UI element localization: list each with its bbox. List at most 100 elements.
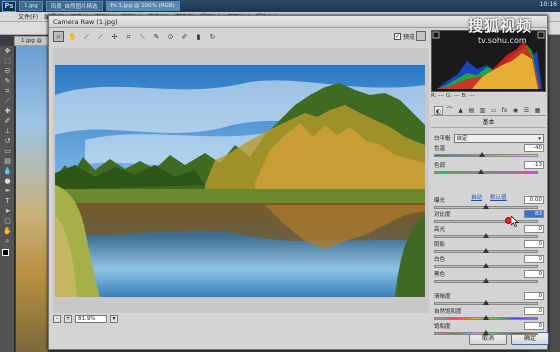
stamp-tool-icon[interactable]: ⊥: [2, 127, 13, 136]
tone-curve-tab-icon[interactable]: ⌒: [445, 106, 454, 115]
hsl-tab-icon[interactable]: ▤: [467, 106, 476, 115]
zoom-dropdown-chevron-icon[interactable]: ▾: [110, 315, 118, 323]
marquee-tool-icon[interactable]: ⬚: [2, 57, 13, 66]
brush-tool-icon[interactable]: ✐: [2, 117, 13, 126]
camera-calibration-tab-icon[interactable]: ◉: [511, 106, 520, 115]
taskbar-button-2[interactable]: 风景_自然图片精选: [45, 1, 103, 11]
slider-value-field[interactable]: 0: [524, 307, 544, 315]
slider-value-field[interactable]: 0: [524, 322, 544, 330]
photoshop-logo-icon[interactable]: Ps: [2, 0, 16, 12]
slider-thumb[interactable]: [483, 278, 489, 283]
white-balance-icon[interactable]: ⟋: [81, 31, 92, 42]
slider-value-field[interactable]: 0.00: [524, 196, 544, 204]
pen-tool-icon[interactable]: ✒: [2, 187, 13, 196]
white-balance-row: 白平衡 自定 ▾: [434, 133, 544, 143]
slider-row: 自然饱和度 0: [434, 307, 546, 323]
slider-thumb[interactable]: [483, 248, 489, 253]
gradient-tool-icon[interactable]: ▤: [2, 157, 13, 166]
camera-raw-toolbar: ⌕ ✋ ⟋ ⟋ ✢ ⌗ ⟍ ✎ ⊙ ✐ ▮ ↻: [53, 30, 428, 43]
taskbar-button-3[interactable]: Ps 1.jpg @ 100% (RGB): [105, 1, 180, 11]
basic-tab-icon[interactable]: ◐: [434, 105, 443, 115]
slider-thumb[interactable]: [483, 233, 489, 238]
slider-label: 曝光: [434, 198, 446, 204]
dodge-tool-icon[interactable]: ●: [2, 177, 13, 186]
slider-row: 色调 -13: [434, 161, 546, 177]
presets-tab-icon[interactable]: ☰: [522, 106, 531, 115]
slider-value-field[interactable]: 0: [524, 255, 544, 263]
history-brush-icon[interactable]: ↺: [2, 137, 13, 146]
auto-link[interactable]: 自动: [471, 193, 482, 201]
slider-thumb[interactable]: [483, 204, 489, 209]
hand-icon[interactable]: ✋: [67, 31, 78, 42]
zoom-in-button[interactable]: +: [64, 315, 72, 323]
slider-track[interactable]: [434, 154, 538, 157]
crop-icon[interactable]: ⌗: [123, 31, 134, 42]
crop-tool-icon[interactable]: ⌗: [2, 87, 13, 96]
slider-value-field[interactable]: -40: [524, 144, 544, 152]
slider-thumb[interactable]: [483, 315, 489, 320]
red-eye-icon[interactable]: ⊙: [165, 31, 176, 42]
slider-value-field[interactable]: 0: [524, 225, 544, 233]
slider-label: 黑色: [434, 272, 446, 278]
preview-image[interactable]: [55, 65, 425, 297]
slider-label: 色调: [434, 163, 446, 169]
adjust-brush-icon[interactable]: ✐: [179, 31, 190, 42]
target-adjust-icon[interactable]: ✢: [109, 31, 120, 42]
panel-tabs: ◐ ⌒ ▲ ▤ ▥ ▭ fx ◉ ☰ ▦: [431, 105, 546, 116]
taskbar-button-1[interactable]: 1.jpg: [19, 1, 43, 11]
healing-tool-icon[interactable]: ✚: [2, 107, 13, 116]
spot-removal-icon[interactable]: ✎: [151, 31, 162, 42]
zoom-out-button[interactable]: -: [53, 315, 61, 323]
snapshots-tab-icon[interactable]: ▦: [533, 106, 542, 115]
fullscreen-button[interactable]: [416, 31, 426, 41]
preview-checkbox[interactable]: ✓ 预览: [394, 32, 415, 41]
eraser-tool-icon[interactable]: ▭: [2, 147, 13, 156]
effects-tab-icon[interactable]: fx: [500, 106, 509, 115]
slider-thumb[interactable]: [483, 330, 489, 335]
quick-select-tool-icon[interactable]: ✎: [2, 77, 13, 86]
clock: 10:16: [539, 1, 557, 8]
slider-value-field[interactable]: 0: [524, 292, 544, 300]
shape-tool-icon[interactable]: ▢: [2, 217, 13, 226]
preview-check-icon[interactable]: ✓: [394, 33, 401, 40]
slider-row: 白色 0: [434, 255, 546, 271]
slider-thumb[interactable]: [478, 152, 485, 157]
slider-row: 色温 -40: [434, 144, 546, 160]
hand-tool-icon[interactable]: ✋: [2, 227, 13, 236]
slider-track[interactable]: [434, 220, 538, 223]
watermark-logo: 搜狐视频: [468, 17, 533, 35]
zoom-tool-icon[interactable]: ⌕: [2, 237, 13, 246]
slider-thumb[interactable]: [483, 263, 489, 268]
slider-label: 自然饱和度: [434, 309, 462, 315]
split-toning-tab-icon[interactable]: ▥: [478, 106, 487, 115]
detail-tab-icon[interactable]: ▲: [456, 106, 465, 115]
slider-value-field[interactable]: 0: [524, 270, 544, 278]
slider-value-field[interactable]: -13: [524, 161, 544, 169]
zoom-icon[interactable]: ⌕: [53, 31, 64, 42]
color-sampler-icon[interactable]: ⟋: [95, 31, 106, 42]
move-tool-icon[interactable]: ✥: [2, 47, 13, 56]
slider-row: 饱和度 0: [434, 322, 546, 338]
white-balance-select[interactable]: 自定 ▾: [453, 133, 544, 143]
lens-tab-icon[interactable]: ▭: [489, 106, 498, 115]
slider-value-field[interactable]: 83: [524, 210, 544, 218]
default-link[interactable]: 默认值: [490, 193, 507, 201]
graduated-filter-icon[interactable]: ▮: [193, 31, 204, 42]
color-swatches[interactable]: [2, 249, 12, 259]
document-tab[interactable]: 1.jpg @: [14, 36, 49, 46]
rotate-icon[interactable]: ↻: [207, 31, 218, 42]
preview-label: 预览: [403, 34, 416, 41]
zoom-level-field[interactable]: 81.9%: [75, 315, 107, 323]
slider-label: 阴影: [434, 242, 446, 248]
menu-item[interactable]: 文件(F): [18, 12, 38, 21]
slider-thumb[interactable]: [483, 300, 489, 305]
eyedropper-tool-icon[interactable]: ⟋: [2, 97, 13, 106]
slider-thumb[interactable]: [477, 169, 484, 174]
straighten-icon[interactable]: ⟍: [137, 31, 148, 42]
type-tool-icon[interactable]: T: [2, 197, 13, 206]
path-select-icon[interactable]: ➤: [2, 207, 13, 216]
slider-value-field[interactable]: 0: [524, 240, 544, 248]
slider-track[interactable]: [434, 171, 538, 174]
blur-tool-icon[interactable]: 💧: [2, 167, 13, 176]
lasso-tool-icon[interactable]: ᘐ: [2, 67, 13, 76]
